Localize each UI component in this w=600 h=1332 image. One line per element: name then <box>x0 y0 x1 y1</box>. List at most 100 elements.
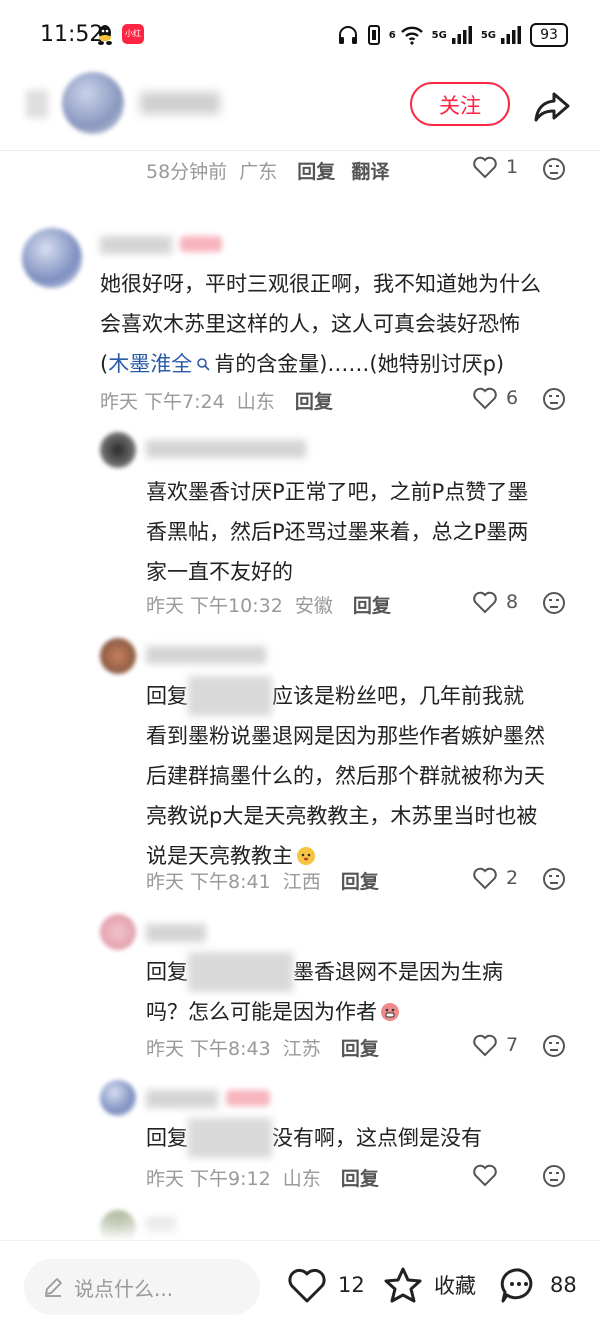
bottom-action-bar: 说点什么... 12 收藏 88 <box>0 1240 600 1332</box>
comment-input[interactable]: 说点什么... <box>24 1259 260 1315</box>
comment-line: 喜欢墨香讨厌P正常了吧，之前P点赞了墨 <box>146 480 529 504</box>
comment-body: 回复用户名称应该是粉丝吧，几年前我就 看到墨粉说墨退网是因为那些作者嫉妒墨然 后… <box>146 676 586 876</box>
search-icon <box>197 358 210 371</box>
author-name[interactable] <box>140 92 220 114</box>
dislike-icon <box>543 158 565 180</box>
comment-meta: 昨天 下午7:24 山东 回复 <box>100 387 333 414</box>
dislike-button[interactable] <box>542 387 566 411</box>
author-avatar[interactable] <box>62 72 124 134</box>
comment-page: 11:52 小红书 6 5G 5G 93 关注 58分钟前 广东 回复 翻译 1… <box>0 0 600 1332</box>
dislike-button[interactable] <box>542 591 566 615</box>
commenter-name[interactable] <box>146 924 206 942</box>
comment-text: 会喜欢木苏里这样的人，这人可真会装 <box>100 312 457 336</box>
collect-button[interactable]: 收藏 <box>382 1265 476 1305</box>
follow-button[interactable]: 关注 <box>410 82 510 126</box>
commenter-avatar[interactable] <box>22 228 82 288</box>
comment-bubble-icon <box>500 1268 533 1303</box>
mentioned-user[interactable]: 用户名称称 <box>188 952 293 992</box>
comment-line: 回复用户名称称墨香退网不是因为生病 <box>146 952 586 992</box>
share-icon[interactable] <box>532 86 572 126</box>
dislike-button[interactable] <box>542 867 566 891</box>
comment-body: 回复用户名称没有啊，这点倒是没有 <box>146 1118 586 1158</box>
reply-button[interactable]: 回复 <box>341 1168 379 1190</box>
emoji-icon <box>297 847 315 865</box>
mentioned-user[interactable]: 用户名称 <box>188 676 272 716</box>
dislike-button[interactable] <box>542 1164 566 1188</box>
comment-meta: 昨天 下午9:12 山东 回复 <box>146 1164 379 1191</box>
star-icon <box>384 1267 422 1303</box>
reply-button[interactable]: 回复 <box>341 871 379 893</box>
comment-text: 应该是粉丝吧，几年前我就 <box>272 684 524 708</box>
reply-prefix: 回复 <box>146 1126 188 1150</box>
reply-prefix: 回复 <box>146 960 188 984</box>
comment-line: 吗？怎么可能是因为作者 <box>146 992 586 1032</box>
reply-button[interactable]: 回复 <box>353 595 391 617</box>
comment-text: 吗？怎么可能是因为作者 <box>146 1000 377 1024</box>
like-button[interactable] <box>472 1163 506 1187</box>
like-button[interactable]: 7 <box>472 1033 518 1057</box>
comment-time: 昨天 下午7:24 <box>100 391 225 413</box>
signal-icon <box>451 26 472 44</box>
comments-count: 88 <box>550 1273 577 1297</box>
dislike-button[interactable] <box>542 157 566 181</box>
heart-icon <box>473 867 497 890</box>
comment-line: 看到墨粉说墨退网是因为那些作者嫉妒墨然 <box>146 724 545 748</box>
comment-text: 墨香退网不是因为生病 <box>293 960 503 984</box>
comment-time: 昨天 下午8:43 <box>146 1038 271 1060</box>
dislike-icon <box>543 1165 565 1187</box>
dislike-icon <box>543 388 565 410</box>
like-button[interactable]: 6 <box>472 386 518 410</box>
comments-button[interactable]: 88 <box>498 1265 577 1305</box>
commenter-avatar[interactable] <box>100 638 136 674</box>
reply-prefix: 回复 <box>146 684 188 708</box>
comment-line: 会喜欢木苏里这样的人，这人可真会装好恐怖 <box>100 304 590 344</box>
reply-button[interactable]: 回复 <box>297 161 335 183</box>
commenter-name[interactable] <box>146 646 266 664</box>
like-count: 8 <box>506 591 519 613</box>
mentioned-user[interactable]: 用户名称 <box>188 1118 272 1158</box>
heart-icon <box>473 1034 497 1057</box>
comment-body: 喜欢墨香讨厌P正常了吧，之前P点赞了墨 香黑帖，然后P还骂过墨来着，总之P墨两 … <box>146 472 586 592</box>
comment-input-placeholder: 说点什么... <box>74 1276 174 1301</box>
comment-body: 回复用户名称称墨香退网不是因为生病 吗？怎么可能是因为作者 <box>146 952 586 1032</box>
comment-text: 好恐怖 <box>457 312 520 336</box>
like-button[interactable]: 8 <box>472 590 518 614</box>
status-icons: 6 5G 5G 93 <box>337 22 568 48</box>
comment-meta: 58分钟前 广东 回复 翻译 <box>146 157 389 184</box>
comment-line: 后建群搞墨什么的，然后那个群就被称为天 <box>146 764 545 788</box>
commenter-tag <box>226 1090 270 1106</box>
comment-text: 没有啊，这点倒是没有 <box>272 1126 482 1150</box>
collect-label: 收藏 <box>434 1274 476 1298</box>
headphones-icon <box>338 26 357 44</box>
translate-button[interactable]: 翻译 <box>351 161 389 183</box>
like-button[interactable]: 2 <box>472 866 518 890</box>
commenter-name[interactable] <box>146 1090 218 1108</box>
back-icon[interactable] <box>26 90 48 118</box>
comment-line: 回复用户名称应该是粉丝吧，几年前我就 <box>146 676 586 716</box>
commenter-name[interactable] <box>146 440 306 458</box>
commenter-avatar[interactable] <box>100 914 136 950</box>
commenter-avatar[interactable] <box>100 432 136 468</box>
comment-location: 江苏 <box>282 1038 321 1060</box>
comment-text: 说是天亮教教主 <box>146 844 293 868</box>
status-time: 11:52 <box>40 22 104 47</box>
comment-line: 回复用户名称没有啊，这点倒是没有 <box>146 1118 586 1158</box>
commenter-name[interactable] <box>100 236 172 254</box>
like-post-button[interactable]: 12 <box>286 1265 365 1305</box>
reply-button[interactable]: 回复 <box>341 1038 379 1060</box>
dislike-button[interactable] <box>542 1034 566 1058</box>
comment-line: 亮教说p大是天亮教教主，木苏里当时也被 <box>146 804 538 828</box>
heart-icon <box>473 387 497 410</box>
comment-line: (木墨淮全 肯的含金量)……(她特别讨厌p) <box>100 352 505 376</box>
search-link[interactable]: 木墨淮全 <box>108 352 192 376</box>
fade-overlay <box>0 1205 600 1241</box>
commenter-avatar[interactable] <box>100 1080 136 1116</box>
reply-button[interactable]: 回复 <box>295 391 333 413</box>
heart-icon <box>473 1164 497 1187</box>
pen-icon <box>45 1278 62 1297</box>
emoji-icon <box>381 1003 399 1021</box>
vibrate-icon <box>367 25 380 45</box>
like-button[interactable]: 1 <box>472 155 518 179</box>
comment-line: 香黑帖，然后P还骂过墨来着，总之P墨两 <box>146 520 529 544</box>
wifi-tag: 6 <box>388 29 396 41</box>
